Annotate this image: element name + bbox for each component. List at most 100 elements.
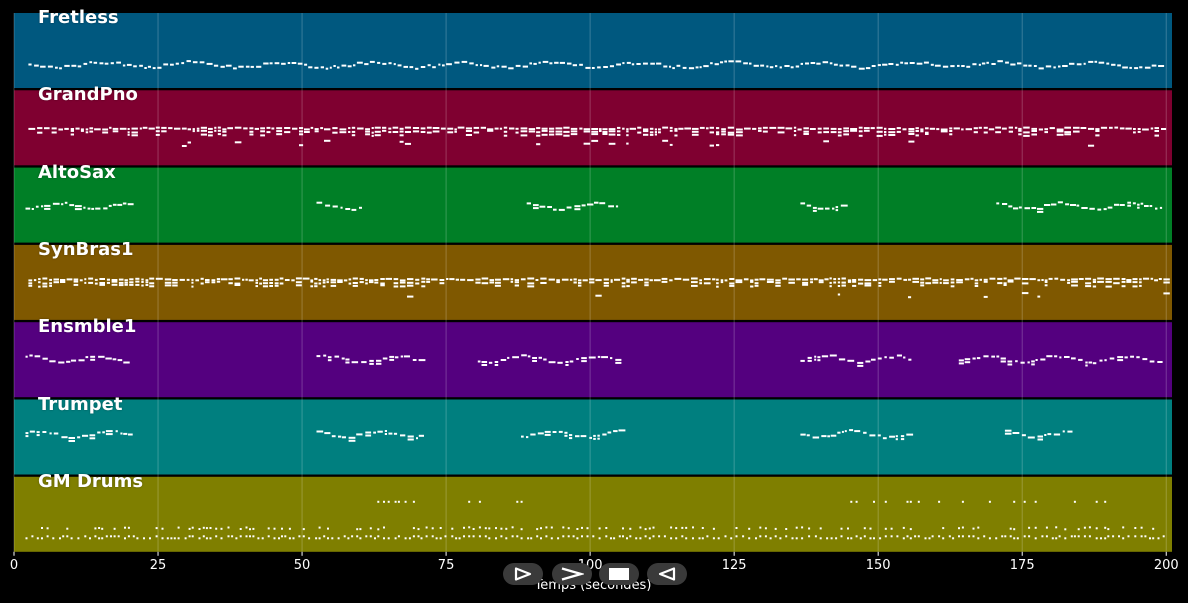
note: [1013, 537, 1016, 540]
note: [538, 61, 541, 64]
note: [1021, 292, 1029, 295]
play-outline-button[interactable]: [503, 563, 543, 585]
note: [876, 126, 883, 129]
note: [1004, 432, 1012, 435]
note: [735, 60, 742, 63]
note: [674, 129, 678, 132]
note: [779, 66, 782, 69]
note: [127, 128, 130, 130]
note: [691, 284, 698, 287]
note: [603, 278, 609, 281]
note: [1104, 500, 1107, 503]
note: [495, 527, 497, 530]
fast-forward-button[interactable]: [552, 563, 592, 585]
note: [376, 359, 382, 362]
note: [1008, 130, 1013, 133]
note: [847, 280, 852, 283]
note: [775, 279, 781, 282]
note: [1104, 526, 1107, 529]
note: [1010, 63, 1016, 66]
note: [1071, 278, 1078, 281]
note: [323, 535, 326, 538]
note: [352, 282, 358, 284]
note: [888, 131, 896, 134]
note: [662, 139, 669, 142]
note: [356, 61, 363, 64]
note: [234, 284, 241, 286]
note: [578, 279, 582, 282]
note: [475, 278, 481, 281]
note: [149, 537, 151, 540]
note: [496, 65, 500, 68]
note: [325, 204, 331, 207]
note: [958, 362, 964, 365]
note: [249, 528, 251, 531]
note: [808, 527, 811, 530]
note: [920, 128, 924, 131]
note: [249, 127, 254, 130]
rewind-button[interactable]: [647, 563, 687, 585]
note: [775, 281, 781, 284]
track-band-ensmble1: [14, 322, 1172, 398]
note: [1018, 133, 1022, 136]
note: [1021, 278, 1029, 280]
note: [825, 207, 830, 210]
note: [540, 537, 542, 540]
note: [1067, 279, 1071, 282]
note: [1130, 355, 1134, 358]
note: [1095, 134, 1100, 137]
note: [115, 430, 118, 433]
note: [691, 277, 698, 280]
note: [78, 359, 85, 362]
note: [533, 62, 537, 65]
note: [648, 537, 651, 540]
note: [1132, 278, 1138, 281]
note: [308, 66, 313, 69]
note: [735, 281, 743, 284]
note: [805, 62, 809, 65]
note: [613, 430, 618, 433]
note: [111, 283, 118, 286]
note: [1038, 67, 1044, 70]
note: [896, 277, 902, 280]
note: [447, 127, 454, 130]
note: [515, 64, 521, 67]
note: [1049, 127, 1055, 130]
stop-button[interactable]: [599, 563, 639, 585]
note: [245, 526, 248, 529]
note: [1118, 535, 1120, 538]
note: [908, 130, 915, 133]
note: [1045, 535, 1048, 538]
note: [1137, 130, 1141, 133]
note: [961, 500, 964, 503]
note: [774, 527, 777, 530]
note: [1151, 64, 1157, 67]
note: [835, 209, 839, 212]
note: [549, 127, 555, 130]
note: [938, 535, 941, 538]
note: [578, 281, 582, 284]
note: [407, 435, 414, 438]
note: [357, 127, 364, 130]
note: [622, 62, 625, 65]
note: [755, 537, 757, 540]
note: [172, 284, 178, 287]
note: [34, 355, 41, 358]
note: [816, 62, 821, 65]
note: [288, 537, 291, 540]
note: [73, 283, 79, 286]
note: [871, 358, 876, 361]
note: [1073, 535, 1076, 538]
note: [970, 277, 974, 280]
note: [900, 61, 904, 64]
note: [859, 537, 862, 540]
note: [1031, 133, 1037, 136]
note: [1158, 65, 1165, 67]
note: [626, 134, 629, 137]
note: [863, 127, 870, 130]
note: [727, 131, 735, 134]
note: [532, 357, 537, 359]
note: [316, 430, 324, 433]
note: [591, 130, 599, 133]
note: [943, 279, 949, 282]
